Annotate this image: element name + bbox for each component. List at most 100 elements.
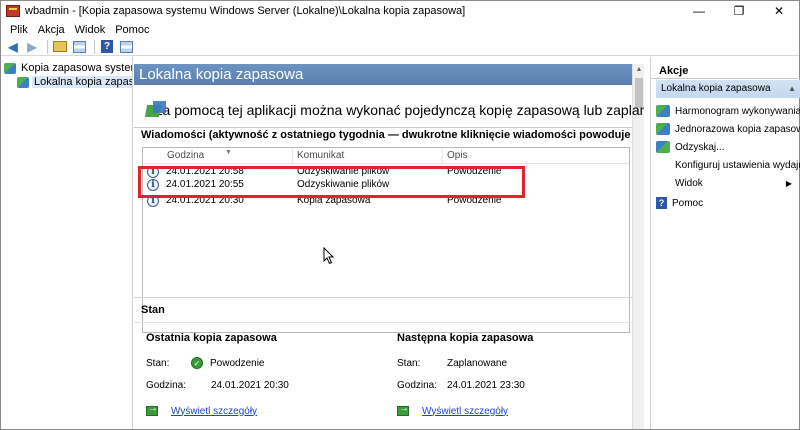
maximize-button[interactable]: ❐: [719, 1, 759, 21]
menu-view[interactable]: Widok: [70, 24, 111, 36]
actions-title: Akcje: [651, 63, 800, 79]
next-time-value: 24.01.2021 23:30: [447, 379, 525, 391]
next-backup-section: Następna kopia zapasowa Stan: Zaplanowan…: [397, 332, 637, 420]
once-backup-icon: [656, 123, 670, 135]
tree-item-root-label: Kopia zapasowa systemu Windows Server (L…: [21, 62, 132, 74]
details-arrow-icon: [146, 403, 158, 416]
collapse-icon[interactable]: ▲: [788, 80, 796, 98]
action-view[interactable]: Widok ▶: [656, 174, 800, 192]
grid-view-button[interactable]: [71, 40, 87, 54]
intro-text: Za pomocą tej aplikacji można wykonać po…: [154, 102, 644, 118]
action-label: Jednorazowa kopia zapasowa...: [675, 123, 800, 135]
action-label: Harmonogram wykonywania kopii zapasowej.…: [675, 105, 800, 117]
menu-help[interactable]: Pomoc: [110, 24, 154, 36]
help-icon: ?: [656, 197, 667, 209]
next-stan-label: Stan:: [397, 357, 421, 369]
last-time-value: 24.01.2021 20:30: [211, 379, 289, 391]
blank-icon: [656, 177, 670, 189]
list-header: Godzina ▼ Komunikat Opis: [143, 148, 629, 164]
minimize-button[interactable]: —: [679, 1, 719, 21]
row-message: Odzyskiwanie plików: [297, 166, 390, 177]
action-help[interactable]: ? Pomoc: [656, 194, 800, 212]
column-time-label: Godzina: [167, 150, 205, 161]
row-time: 24.01.2021 20:30: [166, 195, 244, 206]
messages-heading: Wiadomości (aktywność z ostatniego tygod…: [141, 129, 631, 141]
arrow-right-icon[interactable]: ▶: [24, 40, 40, 54]
actions-pane: Akcje Lokalna kopia zapasowa ▲ Harmonogr…: [650, 57, 800, 429]
schedule-backup-icon: [656, 105, 670, 117]
grid-view-icon: [72, 40, 86, 53]
column-message[interactable]: Komunikat: [293, 148, 443, 163]
next-backup-heading: Następna kopia zapasowa: [397, 332, 534, 344]
arrow-left-icon[interactable]: ◀: [5, 40, 21, 54]
intro-section: Za pomocą tej aplikacji można wykonać po…: [144, 95, 644, 125]
toolbar-separator: [94, 39, 95, 54]
divider: [134, 322, 632, 323]
row-message: Kopia zapasowa: [297, 195, 371, 206]
blank-icon: [656, 159, 670, 171]
status-section-title: Stan: [141, 304, 165, 316]
backup-icon: [4, 62, 16, 74]
last-backup-heading: Ostatnia kopia zapasowa: [146, 332, 277, 344]
wbadmin-app-icon: [6, 5, 20, 17]
sort-down-icon: ▼: [225, 149, 232, 156]
toolbar: ◀ ▶ ?: [1, 38, 799, 56]
table-row[interactable]: i 24.01.2021 20:55 Odzyskiwanie plików: [143, 177, 629, 192]
divider: [134, 127, 632, 128]
grid-view-button-2[interactable]: [118, 40, 134, 54]
help-icon: ?: [101, 40, 113, 53]
close-button[interactable]: ✕: [759, 1, 799, 21]
submenu-arrow-icon: ▶: [785, 178, 792, 188]
info-icon: i: [147, 178, 159, 191]
column-description[interactable]: Opis: [443, 148, 629, 163]
tree-item-local-backup[interactable]: Lokalna kopia zapasowa: [17, 76, 132, 88]
check-success-icon: ✓: [191, 357, 203, 369]
row-time: 24.01.2021 20:58: [166, 166, 244, 177]
toolbar-separator: [47, 39, 48, 54]
action-schedule-backup[interactable]: Harmonogram wykonywania kopii zapasowej.…: [656, 102, 800, 120]
last-backup-section: Ostatnia kopia zapasowa Stan: ✓ Powodzeni…: [146, 332, 386, 420]
window-controls: — ❐ ✕: [679, 1, 799, 21]
next-view-details-link[interactable]: Wyświetl szczegóły: [422, 406, 508, 417]
restore-icon: [656, 141, 670, 153]
messages-list[interactable]: Godzina ▼ Komunikat Opis i 24.01.2021 20:…: [142, 147, 630, 333]
help-button[interactable]: ?: [99, 40, 115, 54]
actions-section-header[interactable]: Lokalna kopia zapasowa ▲: [656, 80, 800, 98]
menu-file[interactable]: Plik: [5, 24, 33, 36]
grid-view-icon: [119, 40, 133, 53]
action-label: Odzyskaj...: [675, 141, 725, 153]
row-message: Odzyskiwanie plików: [297, 179, 390, 190]
window-title: wbadmin - [Kopia zapasowa systemu Window…: [25, 5, 466, 17]
scroll-up-icon[interactable]: ▲: [633, 64, 644, 76]
last-stan-value: Powodzenie: [210, 357, 265, 369]
folder-up-icon: [53, 41, 67, 52]
tree-item-local-backup-label: Lokalna kopia zapasowa: [32, 76, 132, 88]
title-bar: wbadmin - [Kopia zapasowa systemu Window…: [1, 1, 799, 21]
action-label: Widok: [675, 177, 703, 189]
column-time[interactable]: Godzina ▼: [143, 148, 293, 163]
pane-header: Lokalna kopia zapasowa: [134, 64, 632, 85]
table-row[interactable]: i 24.01.2021 20:30 Kopia zapasowa Powodze…: [143, 193, 629, 208]
folder-up-button[interactable]: [52, 40, 68, 54]
actions-section-label: Lokalna kopia zapasowa: [661, 83, 771, 94]
row-status: Powodzenie: [447, 195, 502, 206]
action-once-backup[interactable]: Jednorazowa kopia zapasowa...: [656, 120, 800, 138]
next-time-label: Godzina:: [397, 379, 438, 391]
last-view-details-link[interactable]: Wyświetl szczegóły: [171, 406, 257, 417]
tree-item-root[interactable]: Kopia zapasowa systemu Windows Server (L…: [4, 62, 132, 74]
row-time: 24.01.2021 20:55: [166, 179, 244, 190]
action-restore[interactable]: Odzyskaj...: [656, 138, 800, 156]
wbadmin-window: wbadmin - [Kopia zapasowa systemu Window…: [0, 0, 800, 430]
backup-icon: [17, 76, 29, 88]
action-configure-performance[interactable]: Konfiguruj ustawienia wydajności...: [656, 156, 800, 174]
info-icon: i: [147, 165, 159, 178]
info-icon: i: [147, 194, 159, 207]
menu-action[interactable]: Akcja: [33, 24, 70, 36]
action-label: Konfiguruj ustawienia wydajności...: [675, 159, 800, 171]
navigation-tree: Kopia zapasowa systemu Windows Server (L…: [1, 57, 133, 429]
next-stan-value: Zaplanowane: [447, 357, 508, 369]
last-time-label: Godzina:: [146, 379, 187, 391]
details-arrow-icon: [397, 403, 409, 416]
center-pane: Lokalna kopia zapasowa ▲ Za pomocą tej a…: [134, 57, 644, 429]
menu-bar: Plik Akcja Widok Pomoc: [1, 21, 799, 38]
